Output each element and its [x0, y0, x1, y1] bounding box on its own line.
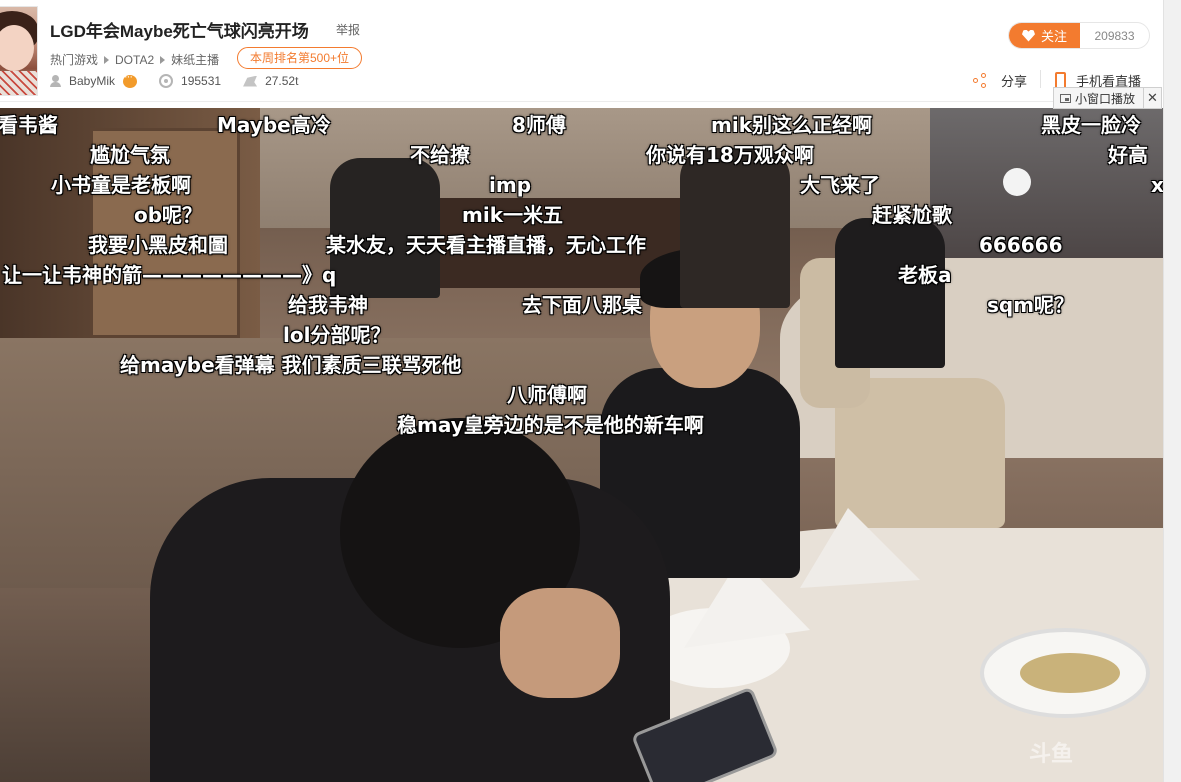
room-header: LGD年会Maybe死亡气球闪亮开场 举报 热门游戏 DOTA2 妹纸主播 本周… [0, 0, 1162, 102]
viewers-icon [159, 74, 174, 88]
danmaku-comment: sqm呢？ [987, 293, 1075, 317]
breadcrumb-arrow-icon [160, 55, 166, 64]
danmaku-comment: 大飞来了 [800, 173, 880, 197]
danmaku-comment: 尴尬气氛 [90, 143, 170, 167]
danmaku-comment: 小书童是老板啊 [51, 173, 191, 197]
danmaku-comment: 让一让韦神的箭————————》q [2, 263, 337, 287]
danmaku-comment: 给我韦神 [288, 293, 368, 317]
share-label: 分享 [1001, 74, 1028, 89]
breadcrumb: 热门游戏 DOTA2 妹纸主播 [50, 51, 219, 68]
danmaku-comment: 稳may皇旁边的是不是他的新车啊 [397, 413, 704, 437]
viewer-count: 195531 [181, 74, 222, 88]
share-button[interactable]: 分享 [973, 71, 1027, 90]
danmaku-comment: 去下面八那桌 [522, 293, 642, 317]
follow-label: 关注 [1040, 29, 1067, 44]
breadcrumb-item-dota2[interactable]: DOTA2 [115, 53, 154, 67]
streamer-avatar[interactable] [0, 6, 38, 96]
danmaku-comment: 八师傅啊 [507, 383, 587, 407]
scene-people-back [835, 218, 945, 368]
room-weight: 27.52t [265, 74, 299, 88]
danmaku-comment: 给maybe看弹幕 我们素质三联骂死他 [120, 353, 462, 377]
user-icon [50, 75, 61, 87]
message-icon[interactable] [123, 71, 138, 88]
danmaku-comment: mik别这么正经啊 [711, 113, 872, 137]
room-meta: BabyMik 195531 27.52t [50, 71, 299, 88]
divider [1040, 70, 1041, 88]
danmaku-comment: 好高 [1108, 143, 1148, 167]
mini-window-play-button[interactable]: 小窗口播放 ✕ [1053, 87, 1162, 109]
breadcrumb-item-girl-streamers[interactable]: 妹纸主播 [171, 51, 219, 68]
page-scrollbar[interactable] [1163, 0, 1181, 782]
scene-balloon [1003, 168, 1031, 196]
danmaku-comment: 666666 [979, 233, 1063, 257]
danmaku-comment: 老板a [898, 263, 952, 287]
scene-people-back [680, 148, 790, 308]
danmaku-comment: imp [489, 173, 532, 197]
follow-button[interactable]: 关注 [1009, 23, 1080, 48]
danmaku-comment: mik一米五 [462, 203, 563, 227]
weekly-rank-badge[interactable]: 本周排名第500+位 [237, 47, 363, 69]
danmaku-comment: 我要小黑皮和圖 [88, 233, 228, 257]
weight-icon [243, 75, 258, 87]
scene-people-back [330, 158, 440, 298]
scene-food [1020, 653, 1120, 693]
share-icon [973, 72, 989, 89]
danmaku-comment: Maybe高冷 [217, 113, 331, 137]
danmaku-comment: 某水友，天天看主播直播，无心工作 [326, 233, 646, 257]
danmaku-comment: ob呢？ [134, 203, 203, 227]
room-title: LGD年会Maybe死亡气球闪亮开场 [50, 22, 309, 41]
follower-count: 209833 [1094, 28, 1135, 43]
danmaku-comment: 8师傅 [512, 113, 566, 137]
streamer-name[interactable]: BabyMik [69, 74, 115, 88]
platform-watermark: 斗鱼 [1028, 742, 1073, 767]
danmaku-comment: 赶紧尬歌 [872, 203, 952, 227]
follow-widget: 关注 209833 [1008, 22, 1150, 49]
scene-hand [500, 588, 620, 698]
heart-icon [1021, 29, 1035, 42]
mini-window-icon [1060, 93, 1071, 103]
danmaku-comment: 黑皮一脸冷 [1041, 113, 1141, 137]
close-icon[interactable]: ✕ [1143, 88, 1161, 108]
danmaku-comment: 看韦酱 [0, 113, 58, 137]
report-link[interactable]: 举报 [336, 21, 360, 38]
danmaku-comment: 你说有18万观众啊 [646, 143, 814, 167]
danmaku-comment: 不给撩 [410, 143, 470, 167]
breadcrumb-arrow-icon [104, 55, 110, 64]
danmaku-comment: x [1151, 173, 1163, 197]
danmaku-comment: lol分部呢？ [283, 323, 391, 347]
video-player[interactable]: 斗鱼 看韦酱 Maybe高冷 8师傅 mik别这么正经啊 黑皮一脸冷 尴尬气氛 … [0, 108, 1163, 782]
mini-window-label: 小窗口播放 [1075, 91, 1136, 106]
breadcrumb-item-hot-games[interactable]: 热门游戏 [50, 51, 98, 68]
